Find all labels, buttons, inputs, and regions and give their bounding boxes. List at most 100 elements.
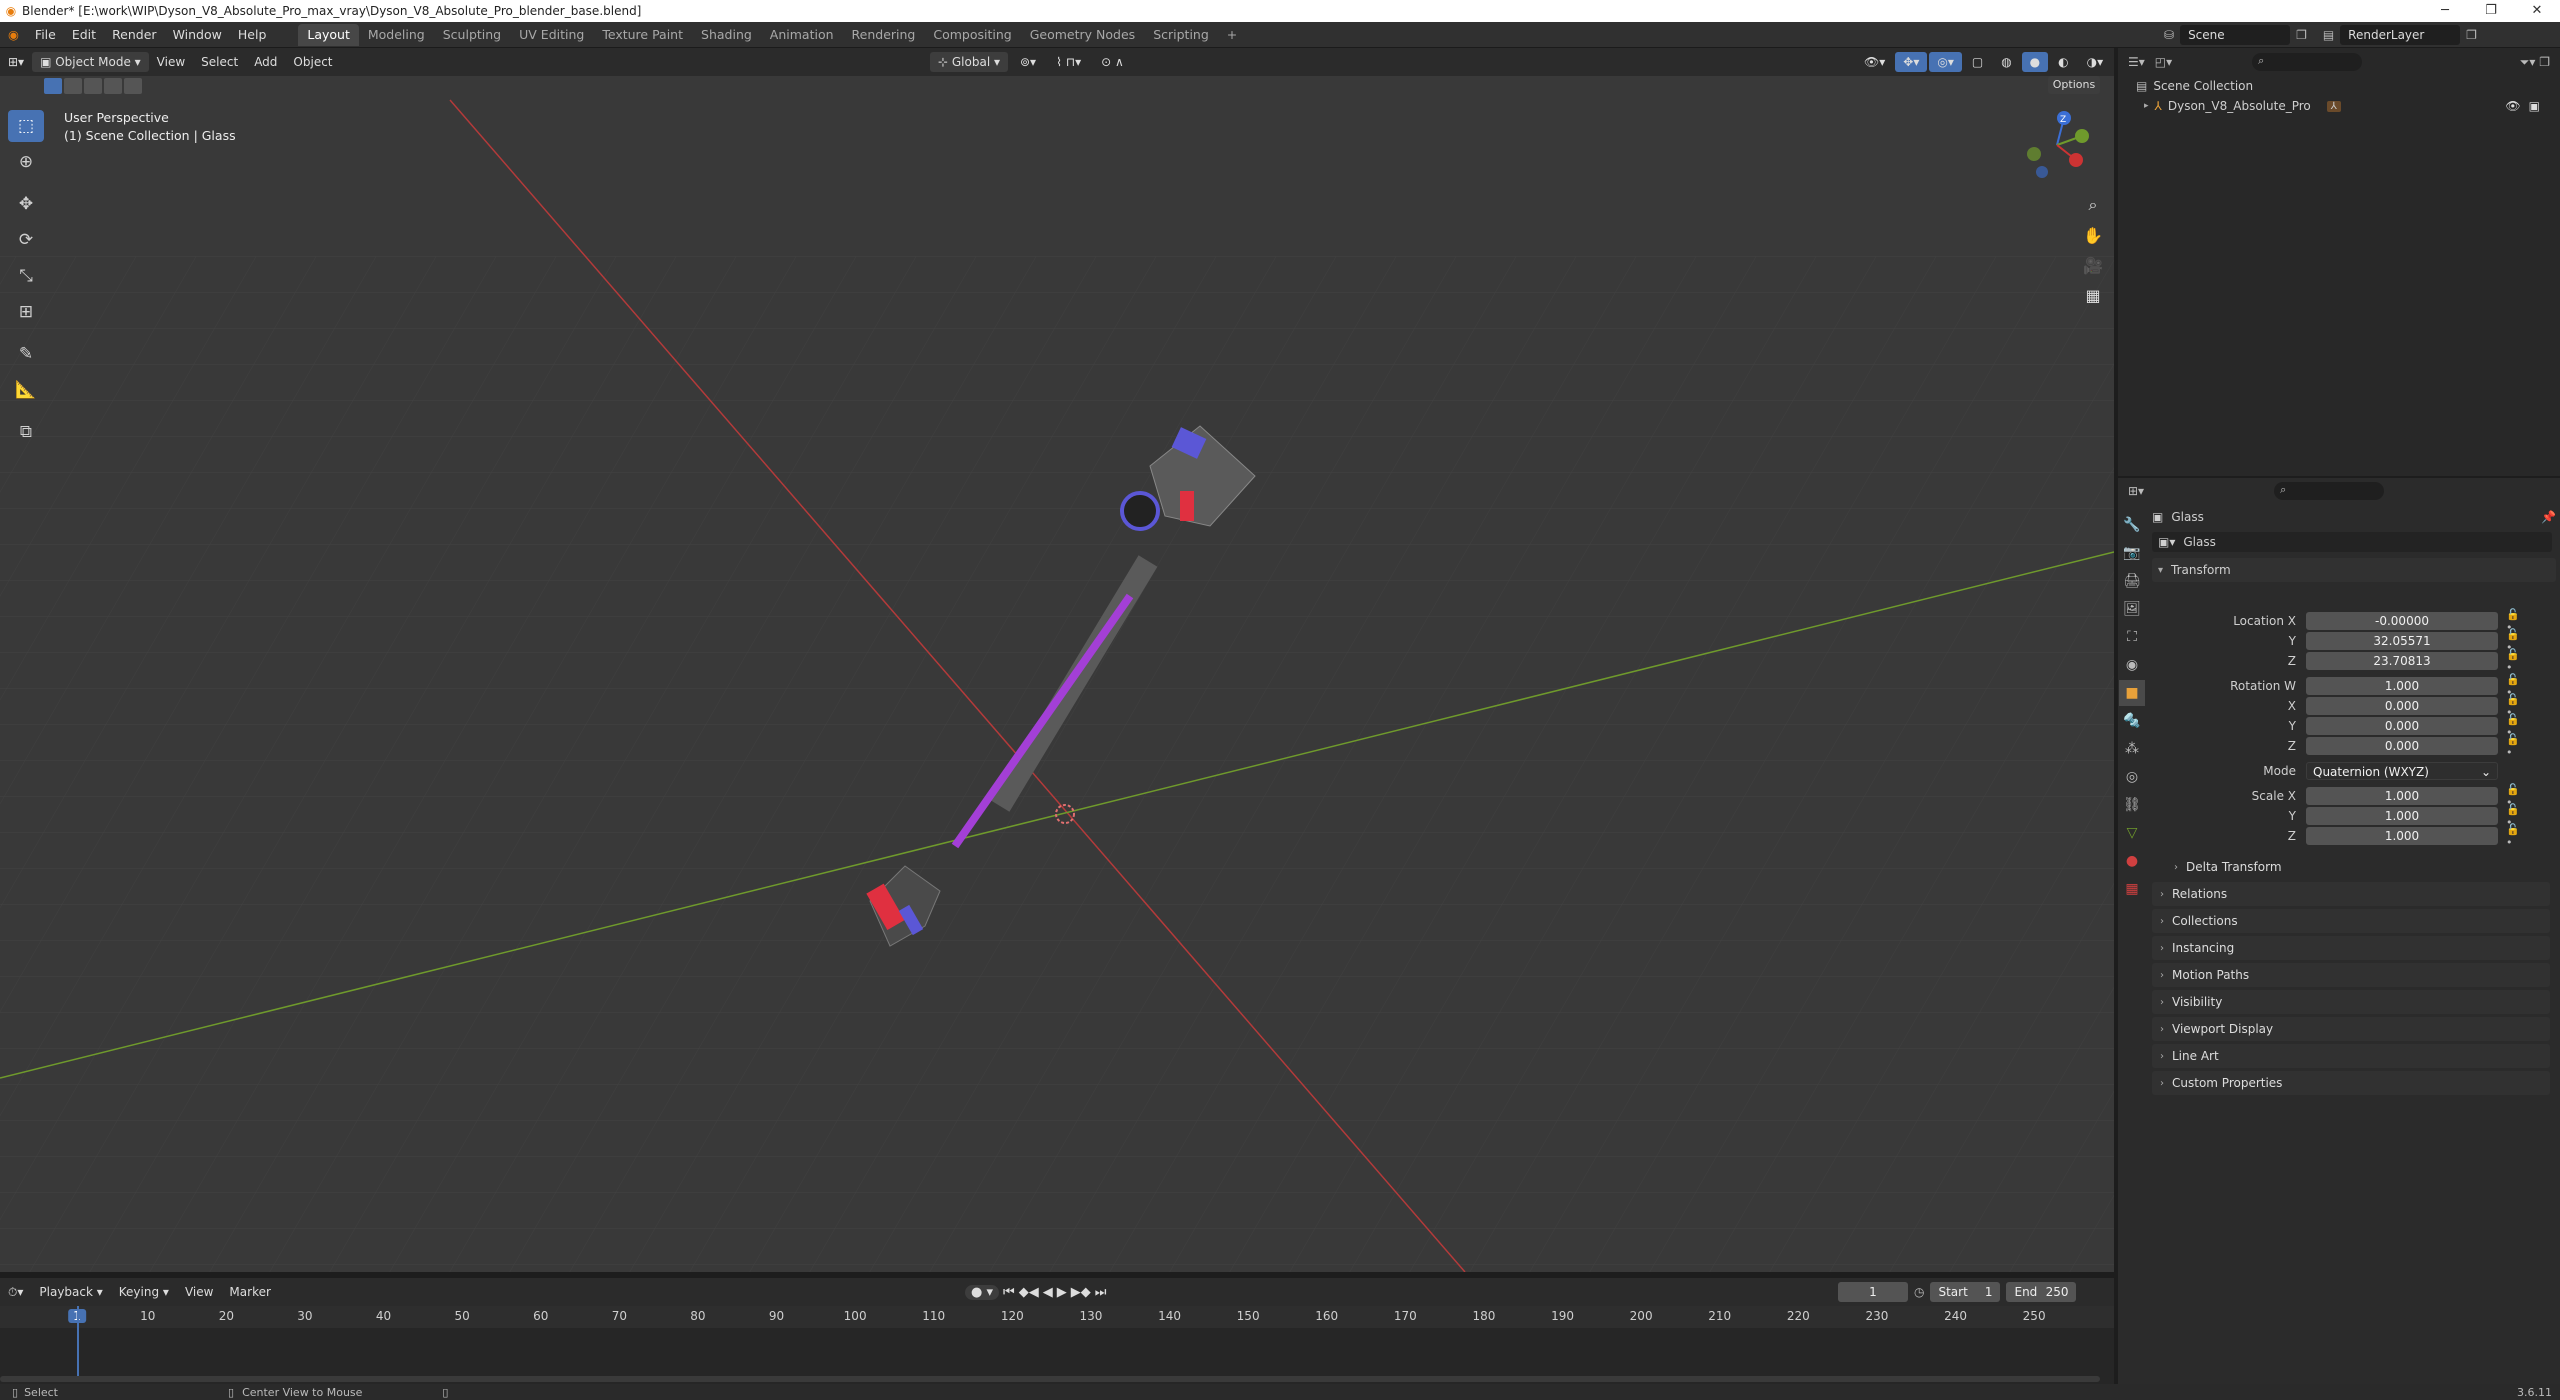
minimize-button[interactable]: ─ xyxy=(2422,0,2468,22)
lock-icon[interactable]: 🔓• xyxy=(2498,733,2538,759)
menu-timeline-view[interactable]: View xyxy=(177,1282,221,1302)
menu-window[interactable]: Window xyxy=(165,24,230,46)
menu-keying[interactable]: Keying ▾ xyxy=(111,1282,177,1302)
rotation-z-field[interactable]: 0.000 xyxy=(2306,737,2498,755)
rotation-mode-dropdown[interactable]: Quaternion (WXYZ) ⌄ xyxy=(2306,762,2498,780)
timeline-editor-icon[interactable]: ⏱▾ xyxy=(0,1282,31,1302)
display-mode-icon[interactable]: ◰▾ xyxy=(2155,55,2172,69)
menu-object[interactable]: Object xyxy=(285,52,340,72)
properties-editor-icon[interactable]: ⊞▾ xyxy=(2128,484,2144,498)
tab-uv-editing[interactable]: UV Editing xyxy=(510,24,593,46)
texture-tab-icon[interactable]: ▦ xyxy=(2119,876,2145,902)
location-y-field[interactable]: 32.05571 xyxy=(2306,632,2498,650)
clock-icon[interactable]: ◷ xyxy=(1914,1285,1924,1299)
jump-end-icon[interactable]: ⏭ xyxy=(1095,1285,1107,1300)
xray-icon[interactable]: ▢ xyxy=(1964,52,1991,72)
options-button[interactable]: Options xyxy=(2048,76,2100,94)
shading-wireframe-icon[interactable]: ◍ xyxy=(1993,52,2019,72)
add-cube-tool-icon[interactable]: ⧉ xyxy=(8,416,44,448)
scale-tool-icon[interactable]: ⤡ xyxy=(8,260,44,292)
shading-rendered-icon[interactable]: ◑▾ xyxy=(2079,52,2112,72)
mode-selector[interactable]: ▣ Object Mode ▾ xyxy=(32,52,149,72)
rotation-w-field[interactable]: 1.000 xyxy=(2306,677,2498,695)
scale-z-field[interactable]: 1.000 xyxy=(2306,827,2498,845)
panel-custom-properties[interactable]: › Custom Properties xyxy=(2152,1071,2550,1095)
view-layer-icon[interactable]: ▤ xyxy=(2323,28,2334,42)
annotate-tool-icon[interactable]: ✎ xyxy=(8,338,44,370)
cursor-tool-icon[interactable]: ⊕ xyxy=(8,146,44,178)
object-name[interactable]: Glass xyxy=(2171,510,2204,524)
tab-layout[interactable]: Layout xyxy=(298,23,359,46)
tab-scripting[interactable]: Scripting xyxy=(1144,24,1218,46)
tab-shading[interactable]: Shading xyxy=(692,24,761,46)
measure-tool-icon[interactable]: 📐 xyxy=(8,374,44,406)
panel-viewport-display[interactable]: › Viewport Display xyxy=(2152,1017,2550,1041)
select-new-icon[interactable] xyxy=(44,78,62,94)
lock-icon[interactable]: 🔓• xyxy=(2498,648,2538,674)
menu-help[interactable]: Help xyxy=(230,24,275,46)
overlay-toggle-icon[interactable]: ◎▾ xyxy=(1929,52,1962,72)
snap-icon[interactable]: ⌇ ⊓▾ xyxy=(1048,52,1089,72)
timeline-scrollbar[interactable] xyxy=(0,1376,2100,1382)
render-tab-icon[interactable]: 📷 xyxy=(2119,540,2145,566)
prev-keyframe-icon[interactable]: ◆◀ xyxy=(1019,1285,1039,1300)
panel-motion-paths[interactable]: › Motion Paths xyxy=(2152,963,2550,987)
select-invert-icon[interactable] xyxy=(104,78,122,94)
pivot-icon[interactable]: ⊚▾ xyxy=(1012,52,1044,72)
panel-delta-transform[interactable]: › Delta Transform xyxy=(2166,855,2550,879)
panel-visibility[interactable]: › Visibility xyxy=(2152,990,2550,1014)
menu-playback[interactable]: Playback ▾ xyxy=(31,1282,110,1302)
select-box-tool-icon[interactable]: ⬚ xyxy=(8,110,44,142)
filter-icon[interactable]: ⏷▾ ❐ xyxy=(2520,55,2550,70)
output-tab-icon[interactable]: 🖨 xyxy=(2119,568,2145,594)
restore-button[interactable]: ❐ xyxy=(2468,0,2514,22)
play-icon[interactable]: ▶ xyxy=(1057,1285,1067,1300)
scene-selector[interactable]: Scene xyxy=(2180,25,2291,45)
panel-instancing[interactable]: › Instancing xyxy=(2152,936,2550,960)
next-keyframe-icon[interactable]: ▶◆ xyxy=(1071,1285,1091,1300)
select-extend-icon[interactable] xyxy=(64,78,82,94)
transform-tool-icon[interactable]: ⊞ xyxy=(8,296,44,328)
scale-x-field[interactable]: 1.000 xyxy=(2306,787,2498,805)
start-frame-field[interactable]: Start 1 xyxy=(1930,1282,2001,1302)
menu-view[interactable]: View xyxy=(149,52,193,72)
pan-hand-icon[interactable]: ✋ xyxy=(2078,220,2108,250)
move-tool-icon[interactable]: ✥ xyxy=(8,188,44,220)
current-frame-field[interactable]: 1 xyxy=(1838,1282,1908,1302)
scene-icon[interactable]: ⛁ xyxy=(2164,28,2174,42)
tool-tab-icon[interactable]: 🔧 xyxy=(2119,512,2145,538)
menu-add[interactable]: Add xyxy=(246,52,285,72)
location-z-field[interactable]: 23.70813 xyxy=(2306,652,2498,670)
properties-search-input[interactable]: ⌕ xyxy=(2274,482,2385,500)
outliner-editor-icon[interactable]: ☰▾ xyxy=(2128,55,2145,69)
frame-ruler[interactable]: 1102030405060708090100110120130140150160… xyxy=(0,1306,2114,1328)
expand-chevron-icon[interactable]: ▸ xyxy=(2144,101,2149,111)
new-view-layer-icon[interactable]: ❐ xyxy=(2466,28,2477,42)
shading-material-icon[interactable]: ◐ xyxy=(2050,52,2076,72)
camera-view-icon[interactable]: 🎥 xyxy=(2078,250,2108,280)
select-subtract-icon[interactable] xyxy=(84,78,102,94)
visibility-icon[interactable]: 👁▾ xyxy=(1856,52,1893,72)
transform-orientation[interactable]: ⊹ Global ▾ xyxy=(930,52,1008,72)
outliner-item[interactable]: ▸ ⅄ Dyson_V8_Absolute_Pro ⅄ 👁▣ xyxy=(2118,96,2560,116)
gizmo-toggle-icon[interactable]: ✥▾ xyxy=(1895,52,1928,72)
outliner-search-input[interactable]: ⌕ xyxy=(2252,53,2363,71)
menu-select[interactable]: Select xyxy=(193,52,246,72)
menu-file[interactable]: File xyxy=(27,24,64,46)
panel-relations[interactable]: › Relations xyxy=(2152,882,2550,906)
tab-rendering[interactable]: Rendering xyxy=(843,24,925,46)
scale-y-field[interactable]: 1.000 xyxy=(2306,807,2498,825)
proportional-edit-icon[interactable]: ⊙ ∧ xyxy=(1093,52,1132,72)
rotation-x-field[interactable]: 0.000 xyxy=(2306,697,2498,715)
panel-collections[interactable]: › Collections xyxy=(2152,909,2550,933)
menu-marker[interactable]: Marker xyxy=(221,1282,278,1302)
outliner[interactable]: ☰▾ ◰▾ ⌕ ⏷▾ ❐ ▤ Scene Collection ▸ ⅄ Dyso… xyxy=(2118,48,2560,476)
datablock-field[interactable]: ▣▾ Glass xyxy=(2152,532,2552,552)
menu-edit[interactable]: Edit xyxy=(64,24,104,46)
blender-menu-icon[interactable]: ◉ xyxy=(0,24,27,46)
tab-animation[interactable]: Animation xyxy=(761,24,843,46)
end-frame-field[interactable]: End 250 xyxy=(2006,1282,2077,1302)
pin-icon[interactable]: 📌 xyxy=(2541,510,2556,524)
tab-sculpting[interactable]: Sculpting xyxy=(434,24,510,46)
view-layer-selector[interactable]: RenderLayer xyxy=(2340,25,2461,45)
